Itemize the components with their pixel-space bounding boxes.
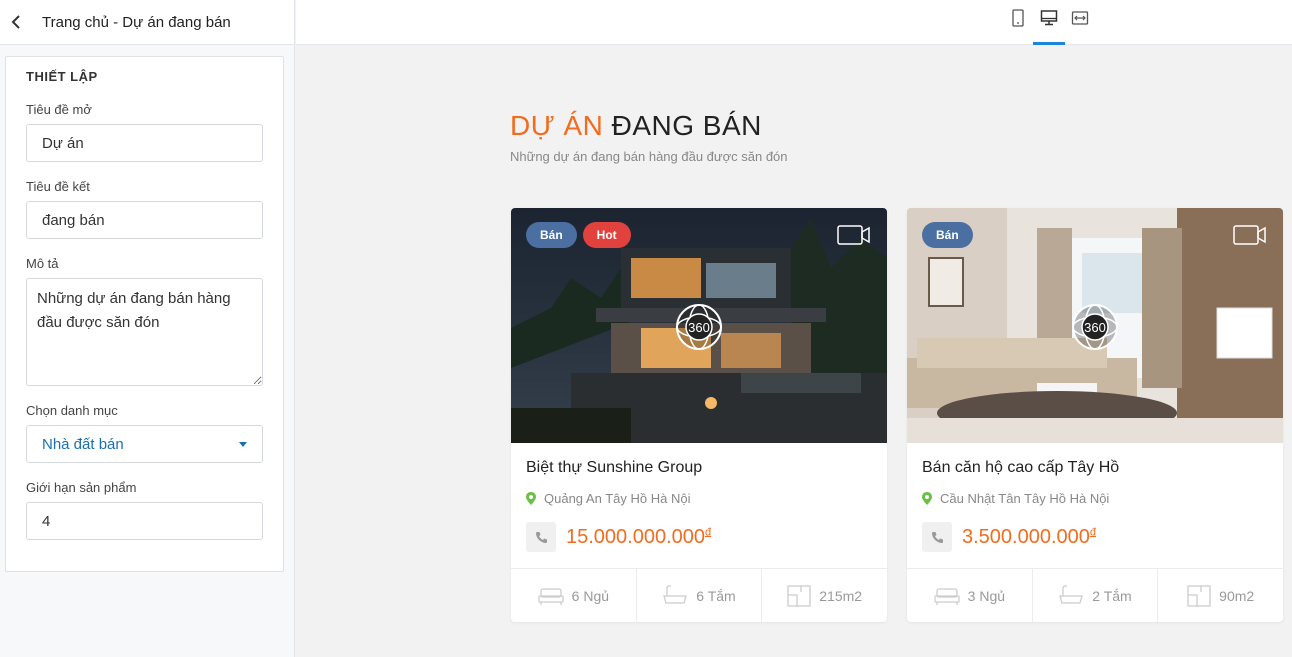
card-title[interactable]: Bán căn hộ cao cấp Tây Hồ [922,459,1119,477]
limit-label: Giới hạn sản phẩm [26,480,137,495]
back-button[interactable] [0,0,32,45]
phone-icon [535,531,547,543]
floorplan-icon [787,584,811,607]
open-title-input[interactable]: Dự án [26,124,263,162]
phone-button[interactable] [526,522,556,552]
panorama-360-icon[interactable]: 360 [674,302,724,352]
spec-area: 90m2 [1158,569,1283,622]
heading-open: DỰ ÁN [510,110,604,141]
price-row: 3.500.000.000đ [922,522,1096,552]
fullwidth-icon [1071,11,1089,25]
caret-down-icon [239,441,247,447]
map-pin-icon [526,492,536,505]
tablet-icon [1012,9,1024,27]
badges: Bán [922,222,973,248]
card-image-apartment[interactable]: Bán 360 [907,208,1283,443]
desktop-icon [1040,10,1058,26]
fullwidth-view-button[interactable] [1064,0,1096,45]
spec-area: 215m2 [762,569,887,622]
phone-icon [931,531,943,543]
badge-ban: Bán [922,222,973,248]
category-select[interactable]: Nhà đất bán [26,425,263,463]
settings-sidebar: Trang chủ - Dự án đang bán THIẾT LẬP Tiê… [0,0,295,657]
settings-title: THIẾT LẬP [26,69,98,84]
video-camera-icon[interactable] [1233,224,1267,246]
video-camera-icon[interactable] [837,224,871,246]
card-specs: 6 Ngủ 6 Tắm 215m2 [511,568,887,622]
card-specs: 3 Ngủ 2 Tắm 90m2 [907,568,1283,622]
open-title-label: Tiêu đề mở [26,102,92,117]
bed-icon [934,587,960,605]
card-image-villa[interactable]: Bán Hot 360 [511,208,887,443]
category-value: Nhà đất bán [42,435,124,453]
heading-close: ĐANG BÁN [611,110,762,141]
spec-baths: 2 Tắm [1033,569,1159,622]
bed-icon [538,587,564,605]
sidebar-header: Trang chủ - Dự án đang bán [0,0,294,45]
desktop-view-button[interactable] [1033,0,1065,45]
phone-button[interactable] [922,522,952,552]
spec-beds: 3 Ngủ [907,569,1033,622]
limit-input[interactable]: 4 [26,502,263,540]
settings-panel: THIẾT LẬP Tiêu đề mở Dự án Tiêu đề kết đ… [5,56,284,572]
preview-canvas: DỰ ÁN ĐANG BÁN Những dự án đang bán hàng… [296,46,1292,657]
project-card[interactable]: Bán Hot 360 Biệt thự Sunshine Group Quản… [511,208,887,622]
card-title[interactable]: Biệt thự Sunshine Group [526,459,702,477]
chevron-left-icon [11,15,20,29]
tablet-view-button[interactable] [1002,0,1034,45]
spec-beds: 6 Ngủ [511,569,637,622]
price-row: 15.000.000.000đ [526,522,711,552]
location-text: Quảng An Tây Hồ Hà Nội [544,491,691,506]
project-card[interactable]: Bán 360 Bán căn hộ cao cấp Tây Hồ Cầu Nh… [907,208,1283,622]
floorplan-icon [1187,584,1211,607]
page-title: Trang chủ - Dự án đang bán [42,13,231,31]
location-text: Cầu Nhật Tân Tây Hồ Hà Nội [940,491,1110,506]
panorama-360-icon[interactable]: 360 [1070,302,1120,352]
badge-ban: Bán [526,222,577,248]
section-heading: DỰ ÁN ĐANG BÁN [510,110,762,142]
card-location: Quảng An Tây Hồ Hà Nội [526,491,690,506]
badges: Bán Hot [526,222,631,248]
description-textarea[interactable]: Những dự án đang bán hàng đầu được săn đ… [26,278,263,386]
close-title-input[interactable]: đang bán [26,201,263,239]
bathtub-icon [1059,584,1084,604]
close-title-label: Tiêu đề kết [26,179,90,194]
section-subheading: Những dự án đang bán hàng đầu được săn đ… [510,149,788,164]
card-price: 15.000.000.000đ [566,525,712,548]
badge-hot: Hot [582,222,631,248]
category-label: Chọn danh mục [26,403,118,418]
description-label: Mô tả [26,256,59,271]
card-price: 3.500.000.000đ [962,525,1097,548]
card-location: Cầu Nhật Tân Tây Hồ Hà Nội [922,491,1109,506]
preview-toolbar [296,0,1292,45]
svg-text:360: 360 [688,320,710,335]
svg-text:360: 360 [1084,320,1106,335]
spec-baths: 6 Tắm [637,569,763,622]
bathtub-icon [663,584,688,604]
map-pin-icon [922,492,932,505]
